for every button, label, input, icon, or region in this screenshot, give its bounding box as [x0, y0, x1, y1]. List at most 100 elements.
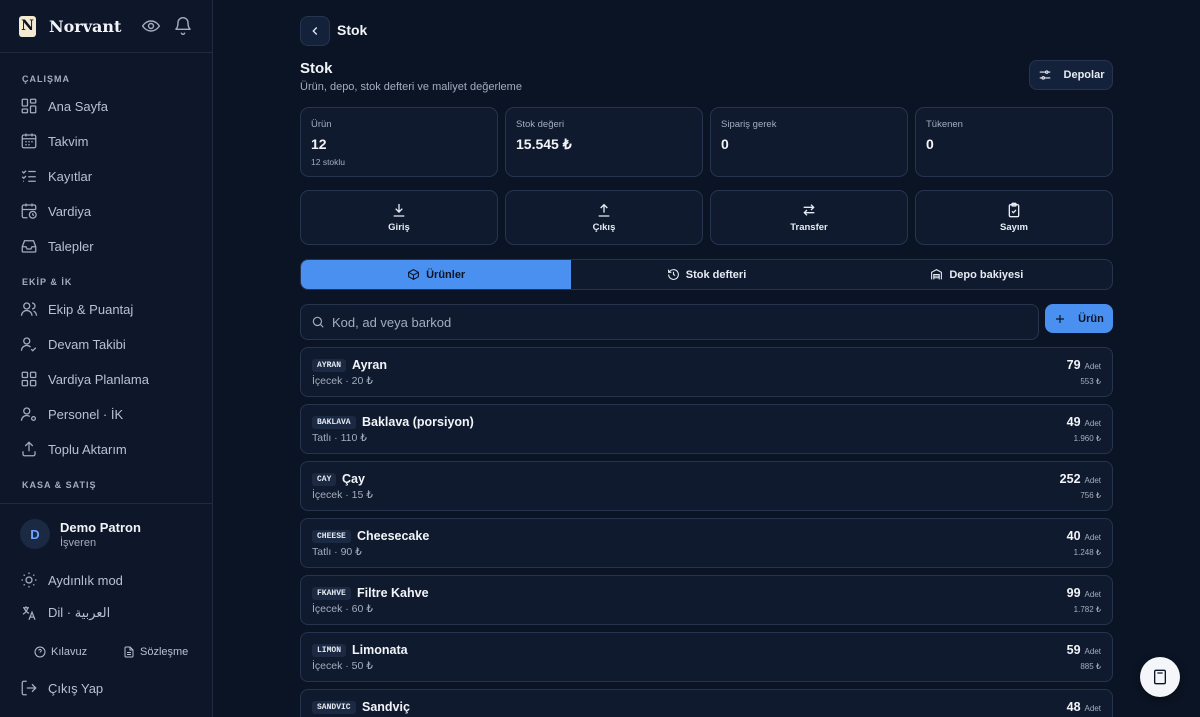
- product-meta: İçecek · 50 ₺: [312, 660, 373, 672]
- list-item[interactable]: BAKLAVA Baklava (porsiyon) Tatlı · 110 ₺…: [300, 404, 1113, 454]
- product-qty: 48 Adet: [1067, 700, 1101, 714]
- calculator-button[interactable]: [1140, 657, 1180, 697]
- product-value: 756 ₺: [1080, 491, 1101, 500]
- eye-icon[interactable]: [141, 16, 161, 36]
- action-label: Sayım: [1000, 222, 1028, 233]
- list-item[interactable]: CHEESE Cheesecake Tatlı · 90 ₺ 40 Adet 1.…: [300, 518, 1113, 568]
- sidebar-item-label: Ana Sayfa: [48, 98, 108, 114]
- product-name: Cheesecake: [357, 529, 430, 543]
- back-button[interactable]: [300, 16, 330, 46]
- tab-warehouse-balance[interactable]: Depo bakiyesi: [842, 260, 1112, 289]
- logout-button[interactable]: Çıkış Yap: [20, 676, 103, 700]
- transfer-button[interactable]: Transfer: [710, 190, 908, 245]
- avatar: D: [20, 519, 50, 549]
- product-value: 1.782 ₺: [1073, 605, 1101, 614]
- sidebar-item-takvim[interactable]: Takvim: [20, 129, 88, 153]
- product-qty: 252 Adet: [1060, 472, 1101, 486]
- qty-unit: Adet: [1084, 647, 1101, 656]
- product-value: 885 ₺: [1080, 662, 1101, 671]
- brand-name: Norvant: [49, 16, 122, 36]
- product-meta: İçecek · 60 ₺: [312, 603, 373, 615]
- list-item[interactable]: FKAHVE Filtre Kahve İçecek · 60 ₺ 99 Adet…: [300, 575, 1113, 625]
- product-qty: 40 Adet: [1067, 529, 1101, 543]
- tab-bar: Ürünler Stok defteri Depo bakiyesi: [300, 259, 1113, 290]
- qty-unit: Adet: [1084, 362, 1101, 371]
- download-icon: [391, 202, 407, 218]
- sun-icon: [20, 571, 38, 589]
- product-name: Sandviç: [362, 700, 410, 714]
- product-meta: Tatlı · 90 ₺: [312, 546, 362, 558]
- upload-icon: [20, 440, 38, 458]
- list-item[interactable]: LIMON Limonata İçecek · 50 ₺ 59 Adet 885 …: [300, 632, 1113, 682]
- sidebar-item-toplu-aktarim[interactable]: Toplu Aktarım: [20, 437, 127, 461]
- tab-stock-ledger[interactable]: Stok defteri: [571, 260, 841, 289]
- calendar-icon: [20, 132, 38, 150]
- stock-out-button[interactable]: Çıkış: [505, 190, 703, 245]
- sidebar-item-vardiya[interactable]: Vardiya: [20, 199, 91, 223]
- theme-label: Aydınlık mod: [48, 572, 123, 588]
- language-selector[interactable]: Dil · العربية: [20, 601, 110, 625]
- add-product-button[interactable]: Ürün: [1045, 304, 1113, 333]
- language-label: Dil · العربية: [48, 605, 111, 620]
- warehouses-label: Depolar: [1063, 69, 1105, 81]
- stat-label: Stok değeri: [516, 119, 565, 130]
- user-check-icon: [20, 335, 38, 353]
- qty-value: 99: [1066, 586, 1081, 600]
- sidebar-item-vardiya-planlama[interactable]: Vardiya Planlama: [20, 367, 149, 391]
- product-code: AYRAN: [312, 359, 347, 372]
- sidebar-item-personel-ik[interactable]: Personel · İK: [20, 402, 123, 426]
- list-item[interactable]: SANDVIC Sandviç 48 Adet: [300, 689, 1113, 717]
- list-item[interactable]: AYRAN Ayran İçecek · 20 ₺ 79 Adet 553 ₺: [300, 347, 1113, 397]
- product-code: FKAHVE: [312, 587, 351, 600]
- help-circle-icon: [34, 646, 46, 658]
- brand-bar: N Norvant: [0, 0, 212, 53]
- bell-icon[interactable]: [173, 16, 193, 36]
- warehouses-button[interactable]: Depolar: [1029, 60, 1113, 90]
- user-profile[interactable]: D Demo Patron İşveren: [20, 519, 141, 549]
- qty-value: 49: [1066, 415, 1081, 429]
- sidebar: N Norvant ÇALIŞMA Ana Sayfa Takvim Kayıt…: [0, 0, 213, 717]
- stock-in-button[interactable]: Giriş: [300, 190, 498, 245]
- qty-value: 40: [1066, 529, 1081, 543]
- section-label-kasa-satis: KASA & SATIŞ: [22, 480, 97, 490]
- transfer-icon: [801, 202, 817, 218]
- warehouse-icon: [930, 268, 943, 281]
- upload-icon: [596, 202, 612, 218]
- product-name: Limonata: [352, 643, 408, 657]
- action-label: Transfer: [790, 222, 828, 233]
- logout-label: Çıkış Yap: [48, 680, 104, 696]
- product-name: Çay: [342, 472, 365, 486]
- sidebar-item-talepler[interactable]: Talepler: [20, 234, 94, 258]
- grid-icon: [20, 370, 38, 388]
- sliders-icon: [1038, 68, 1052, 82]
- contract-link[interactable]: Sözleşme: [123, 646, 188, 658]
- sidebar-item-kayitlar[interactable]: Kayıtlar: [20, 164, 92, 188]
- search-input[interactable]: [332, 314, 1028, 330]
- clipboard-check-icon: [1006, 202, 1022, 218]
- page-title: Stok: [300, 60, 333, 77]
- count-button[interactable]: Sayım: [915, 190, 1113, 245]
- calculator-icon: [1152, 669, 1168, 685]
- stat-value: 0: [926, 136, 934, 152]
- guide-link[interactable]: Kılavuz: [34, 646, 87, 658]
- sidebar-item-label: Vardiya: [48, 203, 92, 219]
- theme-toggle[interactable]: Aydınlık mod: [20, 568, 123, 592]
- add-product-label: Ürün: [1078, 312, 1104, 325]
- qty-unit: Adet: [1084, 704, 1101, 713]
- stat-card-stock-value: Stok değeri 15.545 ₺: [505, 107, 703, 177]
- sidebar-item-devam-takibi[interactable]: Devam Takibi: [20, 332, 126, 356]
- product-meta: İçecek · 15 ₺: [312, 489, 373, 501]
- list-item[interactable]: CAY Çay İçecek · 15 ₺ 252 Adet 756 ₺: [300, 461, 1113, 511]
- product-code: CAY: [312, 473, 337, 486]
- product-value: 553 ₺: [1080, 377, 1101, 386]
- sidebar-item-label: Talepler: [48, 238, 94, 254]
- sidebar-item-ana-sayfa[interactable]: Ana Sayfa: [20, 94, 108, 118]
- sidebar-item-ekip-puantaj[interactable]: Ekip & Puantaj: [20, 297, 133, 321]
- history-icon: [667, 268, 680, 281]
- stat-value: 12: [311, 136, 327, 152]
- product-qty: 49 Adet: [1067, 415, 1101, 429]
- tab-products[interactable]: Ürünler: [301, 260, 572, 289]
- stat-card-out-of-stock: Tükenen 0: [915, 107, 1113, 177]
- qty-unit: Adet: [1084, 533, 1101, 542]
- inbox-icon: [20, 237, 38, 255]
